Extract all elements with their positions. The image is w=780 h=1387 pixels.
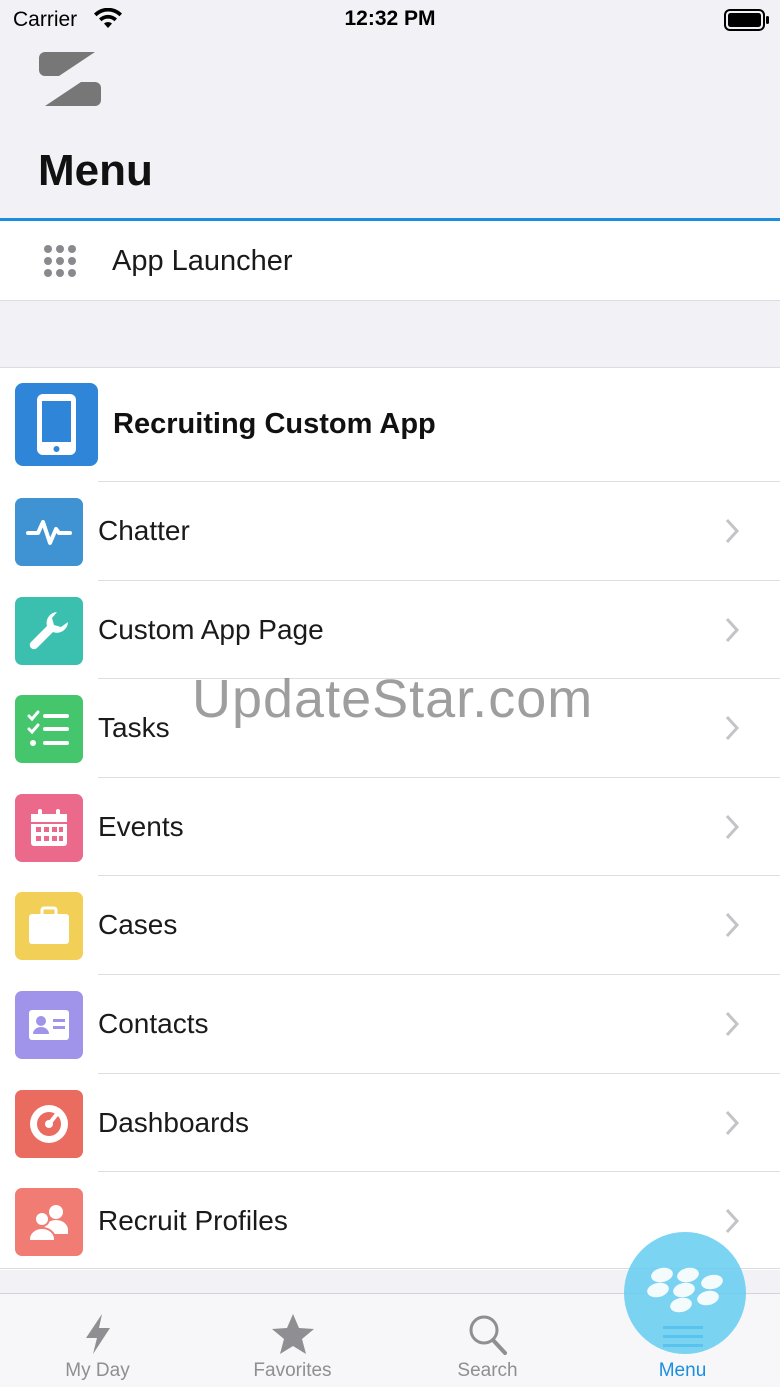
menu-item-label: Chatter	[98, 515, 190, 546]
status-bar: Carrier 12:32 PM	[0, 0, 780, 40]
star-icon	[270, 1312, 316, 1361]
chevron-right-icon	[724, 814, 740, 845]
tab-label: My Day	[65, 1360, 130, 1381]
tab-favorites[interactable]: Favorites	[195, 1294, 390, 1387]
briefcase-icon	[29, 906, 69, 945]
custom-app-page-tile	[15, 596, 83, 665]
recruit-profiles-tile	[15, 1188, 83, 1257]
contact-card-icon	[29, 1009, 69, 1040]
tab-my-day[interactable]: My Day	[0, 1294, 195, 1387]
chevron-right-icon	[724, 1110, 740, 1141]
chatter-tile	[15, 498, 83, 566]
logo-icon	[37, 50, 103, 113]
menu-item-label: Recruit Profiles	[98, 1205, 288, 1237]
calendar-icon	[31, 808, 67, 846]
menu-item-label: Cases	[98, 909, 178, 941]
menu-item-custom-app-page[interactable]: Custom App Page	[0, 579, 780, 679]
status-time: 12:32 PM	[344, 7, 436, 30]
app-launcher-row[interactable]: App Launcher	[0, 221, 780, 301]
watermark-text: UpdateStar.com	[192, 669, 594, 729]
search-icon	[467, 1312, 509, 1361]
pulse-icon	[26, 520, 72, 545]
menu-list: Recruiting Custom App Chatter Custom App…	[0, 368, 780, 1270]
menu-item-chatter[interactable]: Chatter	[0, 481, 780, 580]
menu-item-events[interactable]: Events	[0, 776, 780, 876]
people-icon	[28, 1205, 68, 1243]
app-tile	[15, 383, 98, 466]
tab-label: Menu	[658, 1360, 707, 1381]
wrench-icon	[29, 611, 68, 649]
chevron-right-icon	[724, 912, 740, 943]
menu-item-contacts[interactable]: Contacts	[0, 973, 780, 1073]
section-spacer	[0, 302, 780, 368]
menu-header: Menu	[0, 40, 780, 220]
cases-tile	[15, 892, 83, 961]
app-launcher-label: App Launcher	[112, 245, 293, 277]
app-title: Recruiting Custom App	[113, 408, 436, 440]
menu-item-label: Contacts	[98, 1007, 209, 1039]
menu-item-label: Dashboards	[98, 1106, 249, 1138]
menu-item-cases[interactable]: Cases	[0, 875, 780, 974]
gauge-icon	[30, 1104, 68, 1143]
tab-label: Search	[457, 1360, 518, 1381]
battery-icon	[724, 9, 770, 36]
tab-label: Favorites	[253, 1360, 332, 1381]
dashboards-tile	[15, 1089, 83, 1158]
lightning-icon	[82, 1312, 114, 1361]
tab-search[interactable]: Search	[390, 1294, 585, 1387]
menu-item-label: Events	[98, 810, 184, 842]
blackberry-float-button[interactable]	[624, 1232, 746, 1354]
contacts-tile	[15, 990, 83, 1059]
chevron-right-icon	[724, 1011, 740, 1042]
page-title: Menu	[38, 146, 153, 195]
tasks-tile	[15, 695, 83, 764]
mobile-phone-icon	[37, 394, 76, 455]
events-tile	[15, 793, 83, 862]
blackberry-logo-icon	[647, 1267, 723, 1313]
checklist-icon	[27, 710, 69, 747]
menu-item-dashboards[interactable]: Dashboards	[0, 1072, 780, 1172]
chevron-right-icon	[724, 617, 740, 648]
current-app-row[interactable]: Recruiting Custom App	[0, 368, 780, 481]
app-grid-icon	[44, 245, 76, 277]
menu-item-label: Tasks	[98, 712, 170, 744]
menu-item-label: Custom App Page	[98, 613, 324, 645]
chevron-right-icon	[724, 518, 740, 549]
chevron-right-icon	[724, 715, 740, 746]
